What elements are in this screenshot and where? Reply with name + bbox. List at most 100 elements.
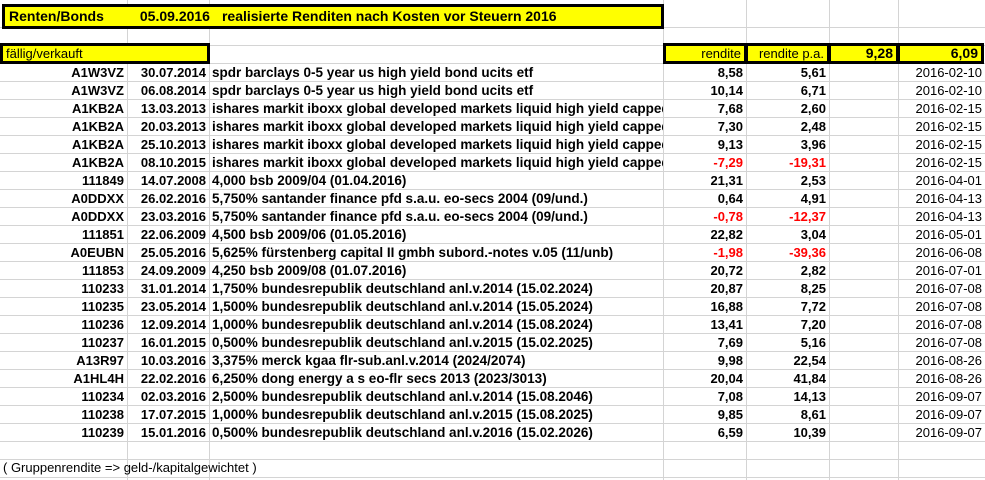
cell-sold[interactable]: 2016-04-13 <box>898 208 985 226</box>
cell-rendite[interactable]: 6,59 <box>663 424 746 442</box>
cell-date[interactable]: 23.03.2016 <box>127 208 209 226</box>
cell-rendite[interactable]: -0,78 <box>663 208 746 226</box>
cell-date[interactable]: 16.01.2015 <box>127 334 209 352</box>
cell-name[interactable]: 4,000 bsb 2009/04 (01.04.2016) <box>209 172 663 190</box>
cell-sold[interactable]: 2016-06-08 <box>898 244 985 262</box>
cell-date[interactable]: 20.03.2013 <box>127 118 209 136</box>
cell-sold[interactable]: 2016-09-07 <box>898 424 985 442</box>
cell-wkn[interactable]: 110235 <box>0 298 127 316</box>
cell-rendite[interactable]: 16,88 <box>663 298 746 316</box>
cell-wkn[interactable]: A0DDXX <box>0 190 127 208</box>
cell-sold[interactable]: 2016-02-15 <box>898 136 985 154</box>
cell-date[interactable]: 10.03.2016 <box>127 352 209 370</box>
cell-wkn[interactable]: A1KB2A <box>0 154 127 172</box>
cell-date[interactable]: 30.07.2014 <box>127 64 209 82</box>
cell-name[interactable]: 3,375% merck kgaa flr-sub.anl.v.2014 (20… <box>209 352 663 370</box>
cell-rendite-pa[interactable]: 6,71 <box>746 82 829 100</box>
cell-rendite-pa[interactable]: 7,72 <box>746 298 829 316</box>
cell-name[interactable]: 4,250 bsb 2009/08 (01.07.2016) <box>209 262 663 280</box>
cell-date[interactable]: 23.05.2014 <box>127 298 209 316</box>
cell-rendite-pa[interactable]: 2,60 <box>746 100 829 118</box>
cell-wkn[interactable]: 110233 <box>0 280 127 298</box>
cell-rendite-pa[interactable]: 10,39 <box>746 424 829 442</box>
cell-name[interactable]: 5,625% fürstenberg capital II gmbh subor… <box>209 244 663 262</box>
cell-wkn[interactable]: A13R97 <box>0 352 127 370</box>
cell-rendite-pa[interactable]: 3,04 <box>746 226 829 244</box>
total-rendite[interactable]: 9,28 <box>828 43 899 64</box>
cell-sold[interactable]: 2016-05-01 <box>898 226 985 244</box>
cell-date[interactable]: 14.07.2008 <box>127 172 209 190</box>
cell-rendite[interactable]: 7,08 <box>663 388 746 406</box>
cell-sold[interactable]: 2016-07-08 <box>898 298 985 316</box>
cell-wkn[interactable]: 111851 <box>0 226 127 244</box>
cell-name[interactable]: ishares markit iboxx global developed ma… <box>209 154 663 172</box>
cell-rendite-pa[interactable]: -39,36 <box>746 244 829 262</box>
cell-date[interactable]: 13.03.2013 <box>127 100 209 118</box>
cell-date[interactable]: 26.02.2016 <box>127 190 209 208</box>
cell-rendite[interactable]: 22,82 <box>663 226 746 244</box>
cell-rendite[interactable]: 9,13 <box>663 136 746 154</box>
cell-rendite[interactable]: 20,72 <box>663 262 746 280</box>
cell-rendite-pa[interactable]: -19,31 <box>746 154 829 172</box>
cell-date[interactable]: 25.10.2013 <box>127 136 209 154</box>
cell-wkn[interactable]: A0DDXX <box>0 208 127 226</box>
cell-sold[interactable]: 2016-09-07 <box>898 388 985 406</box>
cell-name[interactable]: 0,500% bundesrepublik deutschland anl.v.… <box>209 334 663 352</box>
cell-date[interactable]: 31.01.2014 <box>127 280 209 298</box>
header-rendite[interactable]: rendite <box>663 43 747 64</box>
cell-rendite[interactable]: 20,87 <box>663 280 746 298</box>
cell-name[interactable]: ishares markit iboxx global developed ma… <box>209 100 663 118</box>
cell-date[interactable]: 15.01.2016 <box>127 424 209 442</box>
cell-wkn[interactable]: A1W3VZ <box>0 82 127 100</box>
cell-rendite-pa[interactable]: -12,37 <box>746 208 829 226</box>
cell-sold[interactable]: 2016-02-10 <box>898 64 985 82</box>
cell-rendite-pa[interactable]: 8,25 <box>746 280 829 298</box>
cell-sold[interactable]: 2016-02-15 <box>898 100 985 118</box>
cell-name[interactable]: 1,000% bundesrepublik deutschland anl.v.… <box>209 316 663 334</box>
cell-rendite[interactable]: 7,69 <box>663 334 746 352</box>
header-faellig[interactable]: fällig/verkauft <box>0 43 210 64</box>
cell-date[interactable]: 17.07.2015 <box>127 406 209 424</box>
cell-sold[interactable]: 2016-04-13 <box>898 190 985 208</box>
cell-sold[interactable]: 2016-07-08 <box>898 334 985 352</box>
cell-wkn[interactable]: 111849 <box>0 172 127 190</box>
cell-wkn[interactable]: 110238 <box>0 406 127 424</box>
cell-rendite-pa[interactable]: 7,20 <box>746 316 829 334</box>
cell-sold[interactable]: 2016-08-26 <box>898 370 985 388</box>
cell-wkn[interactable]: A0EUBN <box>0 244 127 262</box>
cell-rendite-pa[interactable]: 5,61 <box>746 64 829 82</box>
cell-rendite[interactable]: -1,98 <box>663 244 746 262</box>
cell-sold[interactable]: 2016-07-08 <box>898 316 985 334</box>
cell-sold[interactable]: 2016-07-01 <box>898 262 985 280</box>
cell-rendite-pa[interactable]: 2,53 <box>746 172 829 190</box>
cell-rendite-pa[interactable]: 2,48 <box>746 118 829 136</box>
cell-rendite[interactable]: 0,64 <box>663 190 746 208</box>
cell-name[interactable]: 2,500% bundesrepublik deutschland anl.v.… <box>209 388 663 406</box>
cell-sold[interactable]: 2016-02-10 <box>898 82 985 100</box>
cell-name[interactable]: 1,000% bundesrepublik deutschland anl.v.… <box>209 406 663 424</box>
cell-date[interactable]: 12.09.2014 <box>127 316 209 334</box>
cell-sold[interactable]: 2016-07-08 <box>898 280 985 298</box>
cell-rendite[interactable]: 7,68 <box>663 100 746 118</box>
cell-rendite[interactable]: 13,41 <box>663 316 746 334</box>
cell-rendite[interactable]: 10,14 <box>663 82 746 100</box>
total-rendite-pa[interactable]: 6,09 <box>897 43 984 64</box>
cell-wkn[interactable]: A1HL4H <box>0 370 127 388</box>
cell-wkn[interactable]: 110237 <box>0 334 127 352</box>
cell-sold[interactable]: 2016-02-15 <box>898 118 985 136</box>
cell-name[interactable]: ishares markit iboxx global developed ma… <box>209 118 663 136</box>
cell-rendite-pa[interactable]: 14,13 <box>746 388 829 406</box>
cell-sold[interactable]: 2016-08-26 <box>898 352 985 370</box>
cell-rendite[interactable]: 20,04 <box>663 370 746 388</box>
cell-name[interactable]: 1,750% bundesrepublik deutschland anl.v.… <box>209 280 663 298</box>
cell-sold[interactable]: 2016-04-01 <box>898 172 985 190</box>
cell-sold[interactable]: 2016-09-07 <box>898 406 985 424</box>
cell-wkn[interactable]: A1KB2A <box>0 118 127 136</box>
cell-wkn[interactable]: 110239 <box>0 424 127 442</box>
cell-date[interactable]: 24.09.2009 <box>127 262 209 280</box>
cell-date[interactable]: 02.03.2016 <box>127 388 209 406</box>
cell-name[interactable]: spdr barclays 0-5 year us high yield bon… <box>209 82 663 100</box>
cell-name[interactable]: 0,500% bundesrepublik deutschland anl.v.… <box>209 424 663 442</box>
cell-wkn[interactable]: A1W3VZ <box>0 64 127 82</box>
cell-rendite[interactable]: 7,30 <box>663 118 746 136</box>
